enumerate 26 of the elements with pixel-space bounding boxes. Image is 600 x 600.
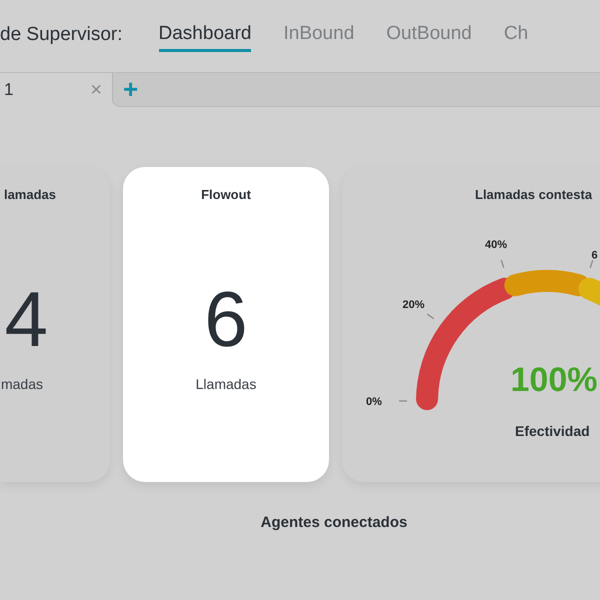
- tick-label: 6: [592, 250, 598, 262]
- card-title: lamadas: [4, 187, 56, 202]
- unit-label: madas: [0, 376, 43, 392]
- tick-mark: [500, 260, 504, 268]
- tick-mark: [399, 400, 407, 402]
- add-tab-button[interactable]: +: [123, 76, 138, 104]
- nav-tab[interactable]: Dashboard: [158, 18, 252, 52]
- tick-mark: [426, 314, 434, 320]
- gauge-value: 100%: [510, 361, 598, 399]
- page-title: de Supervisor:: [0, 24, 123, 46]
- tab-label: 1: [4, 80, 14, 100]
- card-title: Llamadas contesta: [475, 187, 592, 202]
- tick-label: 20%: [402, 299, 425, 312]
- section-title: Agentes conectados: [260, 514, 408, 531]
- gauge-caption: Efectividad: [515, 423, 590, 439]
- tick-mark: [590, 260, 594, 268]
- count-value: 4: [4, 280, 48, 358]
- nav-tab[interactable]: Ch: [504, 18, 528, 52]
- tick-label: 40%: [485, 239, 508, 252]
- count-value: 6: [204, 280, 248, 358]
- unit-label: Llamadas: [196, 376, 256, 392]
- close-button[interactable]: ×: [90, 78, 102, 102]
- nav-tab[interactable]: OutBound: [386, 18, 472, 52]
- tick-label: 0%: [366, 396, 382, 408]
- nav-tab[interactable]: InBound: [283, 18, 354, 52]
- card-title: Flowout: [201, 187, 251, 202]
